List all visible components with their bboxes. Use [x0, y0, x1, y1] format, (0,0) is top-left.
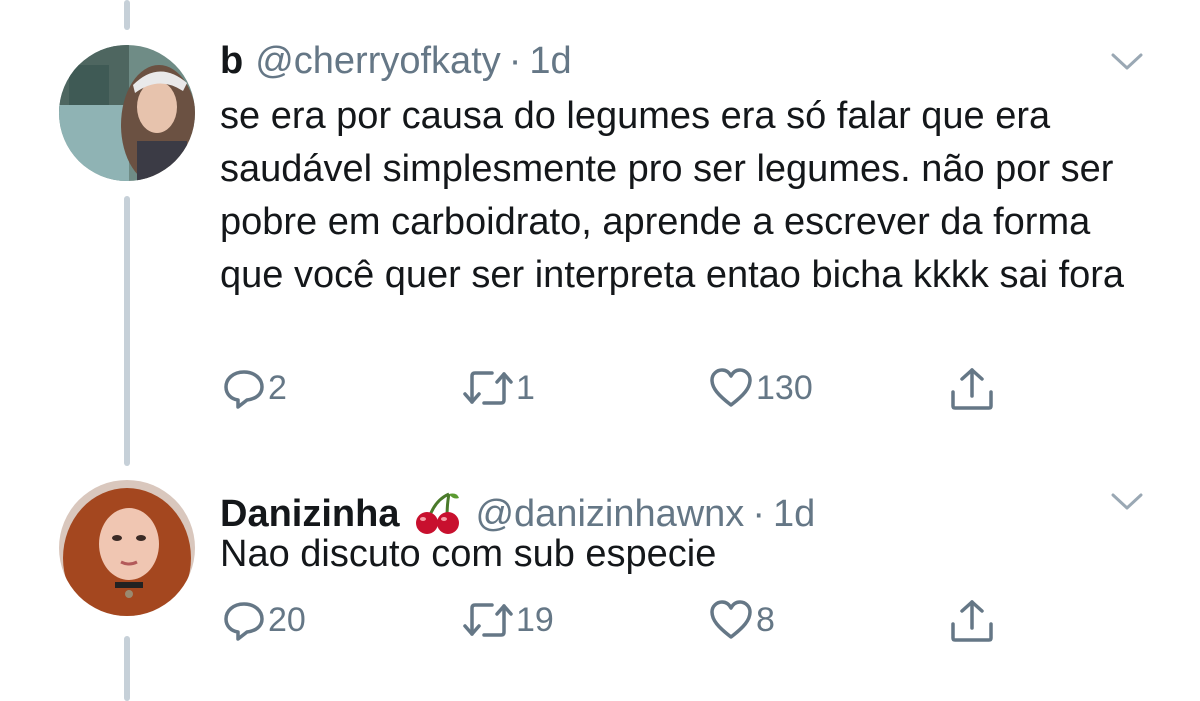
like-count: 8 — [756, 600, 775, 639]
avatar-danizinhawnx[interactable] — [59, 480, 195, 616]
share-button[interactable] — [946, 366, 996, 412]
share-icon — [948, 366, 996, 412]
tweet-2-actions: 20 19 8 — [220, 598, 1000, 648]
retweet-icon — [462, 366, 514, 410]
like-count: 130 — [756, 368, 813, 407]
tweet-1-header: b @cherryofkaty · 1d — [220, 40, 572, 83]
timestamp[interactable]: 1d — [529, 40, 571, 83]
reply-button[interactable]: 20 — [220, 598, 306, 642]
separator-dot: · — [508, 40, 522, 82]
reply-button[interactable]: 2 — [220, 366, 287, 410]
retweet-icon — [462, 598, 514, 642]
user-handle[interactable]: @cherryofkaty — [255, 40, 501, 83]
tweet-1[interactable]: b @cherryofkaty · 1d se era por causa do… — [0, 0, 1200, 450]
heart-icon — [708, 598, 754, 642]
retweet-button[interactable]: 1 — [460, 366, 535, 410]
retweet-count: 19 — [516, 600, 554, 639]
retweet-button[interactable]: 19 — [460, 598, 554, 642]
retweet-count: 1 — [516, 368, 535, 407]
tweet-1-text: se era por causa do legumes era só falar… — [220, 95, 1125, 296]
like-button[interactable]: 8 — [706, 598, 775, 642]
tweet-2-text: Nao discuto com sub especie — [220, 533, 717, 575]
like-button[interactable]: 130 — [706, 366, 813, 410]
reply-count: 20 — [268, 600, 306, 639]
tweet-2[interactable]: Danizinha @danizinhawnx · 1d Nao discuto… — [0, 450, 1200, 701]
heart-icon — [708, 366, 754, 410]
tweet-1-actions: 2 1 130 — [220, 366, 1000, 416]
reply-icon — [222, 366, 266, 410]
display-name[interactable]: b — [220, 40, 243, 83]
chevron-down-icon[interactable] — [1110, 52, 1144, 72]
avatar-cherryofkaty[interactable] — [59, 45, 195, 181]
chevron-down-icon[interactable] — [1110, 492, 1144, 512]
share-button[interactable] — [946, 598, 996, 644]
reply-icon — [222, 598, 266, 642]
share-icon — [948, 598, 996, 644]
reply-count: 2 — [268, 368, 287, 407]
